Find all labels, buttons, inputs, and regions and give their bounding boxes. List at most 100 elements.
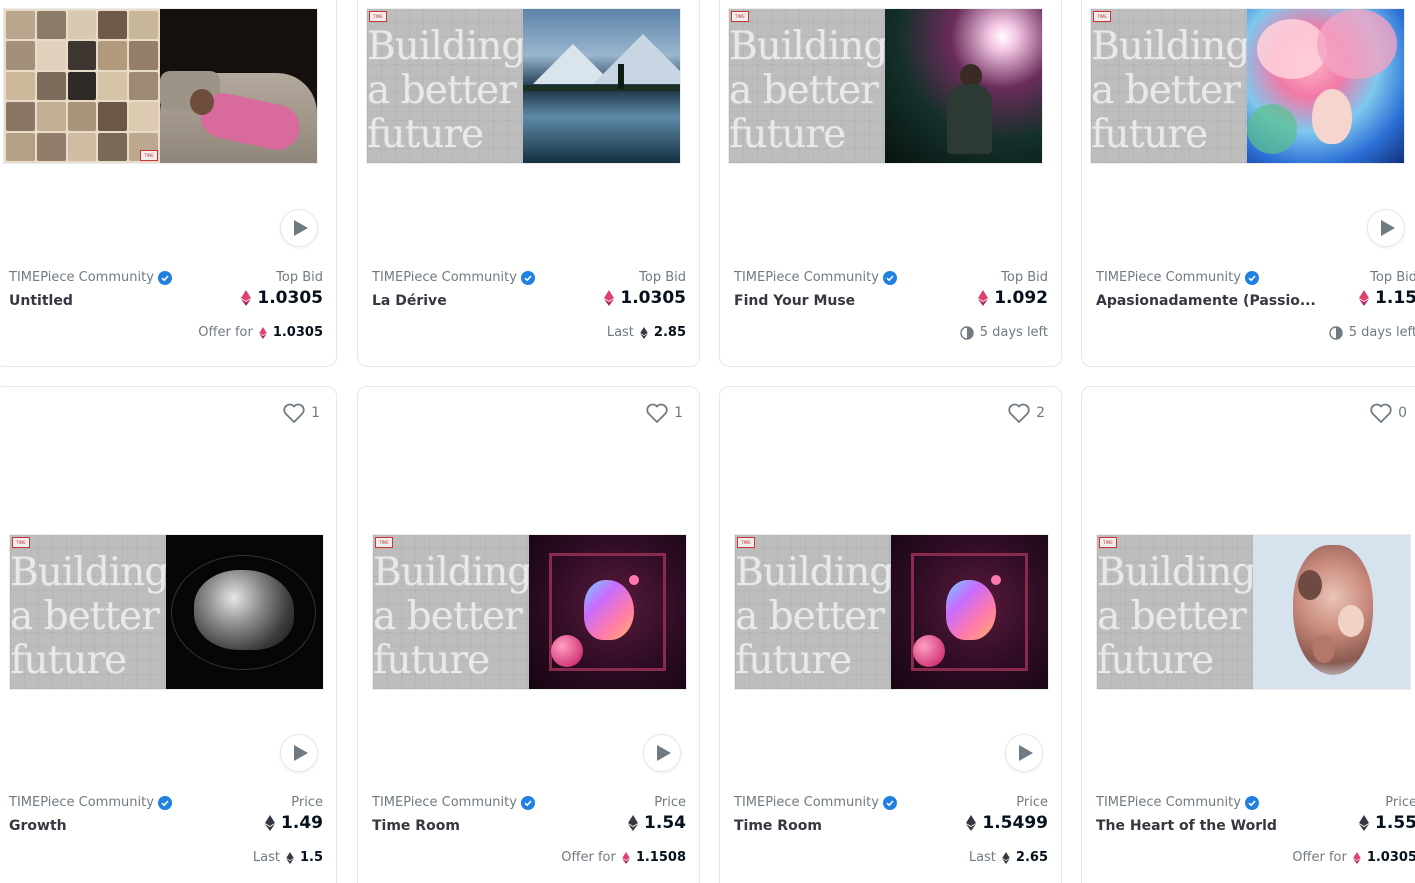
verified-badge-icon (157, 270, 172, 285)
price-label: Top Bid (1001, 270, 1048, 285)
sleeping-girl-image (160, 9, 317, 163)
play-button[interactable] (1367, 209, 1405, 247)
card-info: TIMEPiece Community Untitled Top Bid 1.0… (9, 270, 323, 340)
nft-artwork[interactable]: TIME Building a better future (9, 534, 324, 690)
favorite-count: 0 (1398, 405, 1407, 421)
nft-artwork[interactable]: TIME Building a better future (1090, 8, 1405, 164)
nft-card[interactable]: 2 TIME Building a better future TIMEPiec… (719, 386, 1062, 883)
play-icon (656, 745, 671, 761)
card-footer: Offer for 1.0305 (198, 325, 323, 340)
play-icon (1380, 220, 1395, 236)
timer-icon (960, 325, 974, 340)
nft-card[interactable]: 1 TIME Building a better future TIMEPiec… (0, 386, 337, 883)
nft-card[interactable]: TIME Building a better future TIMEPiece … (357, 0, 700, 367)
verified-badge-icon (520, 795, 535, 810)
favorite-button[interactable]: 0 (1370, 403, 1407, 423)
favorite-button[interactable]: 1 (283, 403, 320, 423)
play-button[interactable] (280, 209, 318, 247)
eth-icon (604, 290, 615, 306)
nft-artwork[interactable]: TIME Building a better future (372, 534, 687, 690)
eth-icon (640, 326, 648, 339)
price-label: Top Bid (276, 270, 323, 285)
favorite-count: 1 (311, 405, 320, 421)
price-value: 1.54 (628, 813, 686, 833)
eth-icon (978, 290, 989, 306)
eth-icon (286, 851, 294, 864)
verified-badge-icon (882, 795, 897, 810)
flower-face-image (1247, 9, 1404, 163)
play-icon (293, 745, 308, 761)
nft-card[interactable]: TIME Building a better future TIMEPiece … (719, 0, 1062, 367)
card-info: TIMEPiece Community The Heart of the Wor… (1096, 795, 1415, 865)
nft-artwork[interactable]: TIME (3, 8, 318, 164)
card-info: TIMEPiece Community Time Room Price 1.54… (372, 795, 686, 865)
eth-icon (966, 815, 977, 831)
building-better-future-text-image: TIME Building a better future (373, 535, 529, 689)
price-value: 1.0305 (241, 288, 323, 308)
play-icon (1018, 745, 1033, 761)
nft-card[interactable]: TIME Building a better future TIMEPiece … (1081, 0, 1415, 367)
verified-badge-icon (1244, 270, 1259, 285)
collection-name[interactable]: TIMEPiece Community (372, 795, 686, 810)
faces-heart-image (1253, 535, 1410, 689)
purple-room-image (529, 535, 686, 689)
play-button[interactable] (1005, 734, 1043, 772)
price-label: Price (654, 795, 686, 810)
nft-artwork[interactable]: TIME Building a better future (1096, 534, 1411, 690)
building-better-future-text-image: TIME Building a better future (735, 535, 891, 689)
eth-icon (265, 815, 276, 831)
timer-icon (1329, 325, 1343, 340)
heart-icon (283, 403, 305, 423)
price-value: 1.5499 (966, 813, 1048, 833)
eth-icon (259, 326, 267, 339)
eth-icon (628, 815, 639, 831)
price-value: 1.0305 (604, 288, 686, 308)
purple-room-image (891, 535, 1048, 689)
building-better-future-text-image: TIME Building a better future (10, 535, 166, 689)
price-value: 1.55 (1359, 813, 1415, 833)
nft-card[interactable]: 1 TIME Building a better future TIMEPiec… (357, 386, 700, 883)
card-info: TIMEPiece Community Time Room Price 1.54… (734, 795, 1048, 865)
play-button[interactable] (643, 734, 681, 772)
price-value: 1.092 (978, 288, 1048, 308)
mountain-lake-image (523, 9, 680, 163)
building-better-future-text-image: TIME Building a better future (367, 9, 523, 163)
card-footer: 5 days left (960, 325, 1048, 340)
card-footer: Last 2.65 (968, 850, 1048, 865)
nft-card[interactable]: 0 TIME Building a better future TIMEPiec… (1081, 386, 1415, 883)
eth-icon (241, 290, 252, 306)
collection-name[interactable]: TIMEPiece Community (1096, 795, 1415, 810)
card-footer: Offer for 1.0305 (1292, 850, 1415, 865)
nft-artwork[interactable]: TIME Building a better future (734, 534, 1049, 690)
price-label: Price (1016, 795, 1048, 810)
verified-badge-icon (882, 270, 897, 285)
card-footer: Last 2.85 (606, 325, 686, 340)
eth-icon (1359, 815, 1370, 831)
verified-badge-icon (157, 795, 172, 810)
favorite-button[interactable]: 1 (646, 403, 683, 423)
favorite-count: 2 (1036, 405, 1045, 421)
favorite-count: 1 (674, 405, 683, 421)
eth-icon (1002, 851, 1010, 864)
nft-artwork[interactable]: TIME Building a better future (366, 8, 681, 164)
card-footer: Offer for 1.1508 (561, 850, 686, 865)
eth-icon (622, 851, 630, 864)
price-label: Price (1385, 795, 1415, 810)
card-footer: Last 1.5 (252, 850, 323, 865)
verified-badge-icon (1244, 795, 1259, 810)
favorite-button[interactable]: 2 (1008, 403, 1045, 423)
collection-name[interactable]: TIMEPiece Community (734, 795, 1048, 810)
price-label: Price (291, 795, 323, 810)
collection-name[interactable]: TIMEPiece Community (9, 795, 323, 810)
nft-card[interactable]: TIME TIMEPiece Community Untitled Top Bi… (0, 0, 337, 367)
verified-badge-icon (520, 270, 535, 285)
nft-artwork[interactable]: TIME Building a better future (728, 8, 1043, 164)
card-info: TIMEPiece Community La Dérive Top Bid 1.… (372, 270, 686, 340)
card-footer: 5 days left (1329, 325, 1415, 340)
play-button[interactable] (280, 734, 318, 772)
card-info: TIMEPiece Community Growth Price 1.49 La… (9, 795, 323, 865)
eth-icon (1359, 290, 1370, 306)
collection-name[interactable]: TIMEPiece Community (1096, 270, 1415, 285)
play-icon (293, 220, 308, 236)
card-info: TIMEPiece Community Apasionadamente (Pas… (1096, 270, 1415, 340)
